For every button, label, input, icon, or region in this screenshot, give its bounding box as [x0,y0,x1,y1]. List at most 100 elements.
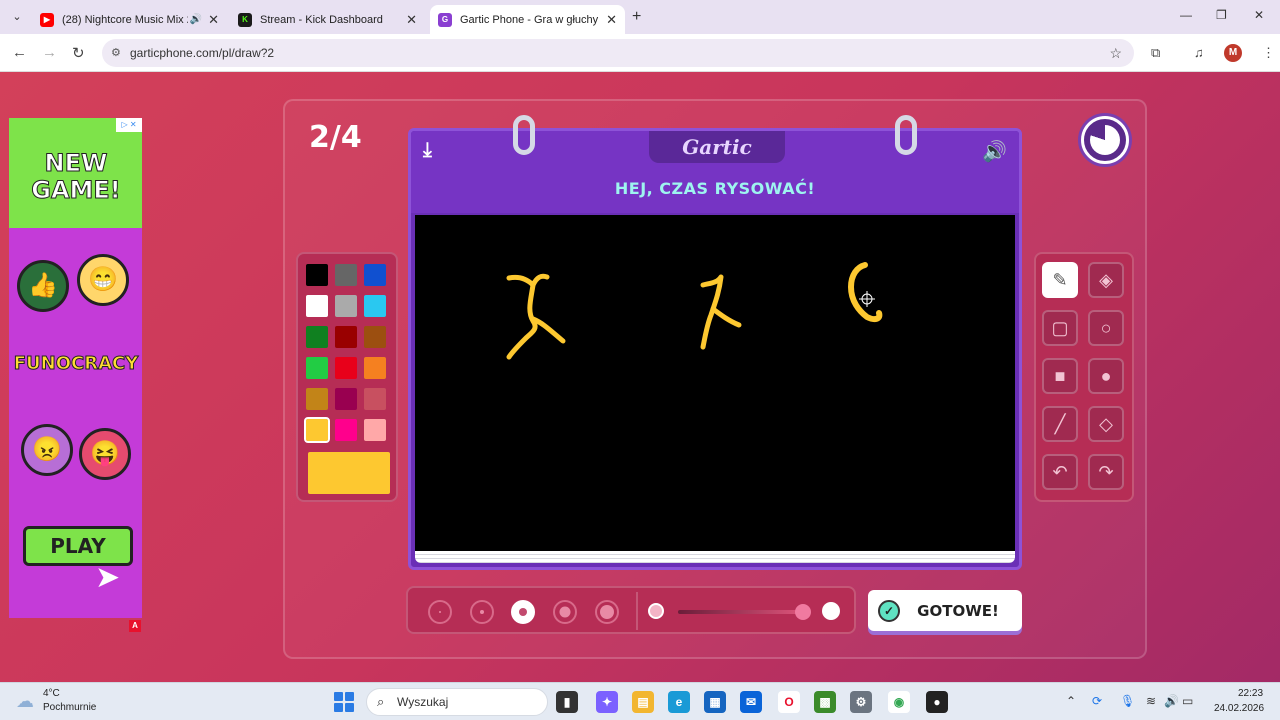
volume-icon[interactable]: 🔊 [1164,694,1179,708]
color-swatch[interactable] [335,357,357,379]
drawing-canvas[interactable] [415,215,1015,551]
eraser-icon[interactable]: ◈ [1088,262,1124,298]
weather-temperature[interactable]: 4°C [43,688,60,699]
color-swatch[interactable] [306,388,328,410]
close-tab-icon[interactable]: ✕ [208,12,219,28]
media-control-icon[interactable]: ♫ [1194,45,1204,60]
brush-size-3[interactable] [511,600,535,624]
color-swatch[interactable] [335,388,357,410]
clock-date[interactable]: 24.02.2026 [1214,703,1264,714]
divider [636,592,638,630]
back-button[interactable]: ← [12,44,27,61]
close-tab-icon[interactable]: ✕ [606,12,617,28]
opacity-max-icon [822,602,840,620]
speaker-icon[interactable]: 🔊 [190,14,202,25]
new-tab-button[interactable]: + [632,8,641,26]
brush-size-4[interactable] [553,600,577,624]
fill-bucket-icon[interactable]: ◇ [1088,406,1124,442]
file-explorer-icon[interactable]: ▤ [632,691,654,713]
chrome-icon[interactable]: ◉ [888,691,910,713]
weather-description[interactable]: Pochmurnie [43,702,96,713]
brush-size-1[interactable] [428,600,452,624]
color-swatch[interactable] [335,295,357,317]
wifi-icon[interactable]: ≋ [1146,694,1156,708]
circle-filled-icon[interactable]: ● [1088,358,1124,394]
tab-kick[interactable]: K Stream - Kick Dashboard ✕ [230,5,425,34]
color-swatch[interactable] [306,264,328,286]
reload-button[interactable]: ↻ [72,44,85,62]
tab-gartic[interactable]: G Gartic Phone - Gra w głuchy te ✕ [430,5,625,34]
start-button[interactable] [334,692,354,712]
windows-taskbar: ☁ 4°C Pochmurnie ⌕ Wyszukaj ▮ ✦ ▤ e ▦ ✉ … [0,682,1280,720]
minimize-button[interactable]: — [1180,8,1192,22]
menu-icon[interactable]: ⋮ [1262,45,1275,61]
binder-ring [895,115,917,155]
brush-size-5[interactable] [595,600,619,624]
color-swatch[interactable] [364,326,386,348]
taskbar-search[interactable]: ⌕ Wyszukaj [366,688,548,716]
current-color-preview [308,452,390,494]
copilot-icon[interactable]: ✦ [596,691,618,713]
stroke [506,273,550,288]
opera-icon[interactable]: O [778,691,800,713]
opacity-slider-handle[interactable] [795,604,811,620]
address-bar[interactable]: ⚙ garticphone.com/pl/draw?2 ☆ [102,39,1134,67]
color-swatch[interactable] [335,419,357,441]
download-icon[interactable]: ⤓ [423,139,432,162]
outlook-icon[interactable]: ✉ [740,691,762,713]
circle-outline-icon[interactable]: ○ [1088,310,1124,346]
opacity-slider[interactable] [678,610,806,614]
edge-icon[interactable]: e [668,691,690,713]
minecraft-icon[interactable]: ▩ [814,691,836,713]
pencil-icon[interactable]: ✎ [1042,262,1078,298]
microphone-icon[interactable]: 🎙 [1120,694,1135,708]
color-swatch[interactable] [306,357,328,379]
brush-size-2[interactable] [470,600,494,624]
paper-edge [415,551,1015,563]
redo-icon[interactable]: ↷ [1088,454,1124,490]
color-swatch[interactable] [335,326,357,348]
ad-choices-icon[interactable]: ▷ ✕ [116,118,142,132]
app-icon[interactable]: ● [926,691,948,713]
angry-face-icon: 😠 [21,424,73,476]
color-swatch[interactable] [364,357,386,379]
tab-youtube[interactable]: ▶ (28) Nightcore Music Mix 2( 🔊 ✕ [32,5,227,34]
battery-icon[interactable]: ▭ [1182,694,1193,708]
close-window-button[interactable]: ✕ [1254,8,1264,22]
color-swatch[interactable] [364,264,386,286]
extensions-icon[interactable]: ⧉ [1151,45,1160,61]
settings-icon[interactable]: ⚙ [850,691,872,713]
ad-banner[interactable]: ▷ ✕ NEW GAME! 👍 😁 FUNOCRACY 😠 😝 PLAY ➤ [9,118,142,618]
done-button[interactable]: ✓ GOTOWE! [868,590,1022,631]
color-swatch[interactable] [364,295,386,317]
maximize-button[interactable]: ❐ [1216,8,1227,22]
tray-expand-icon[interactable]: ⌃ [1066,694,1076,708]
site-info-icon[interactable]: ⚙ [111,39,121,67]
volume-icon[interactable]: 🔊 [982,139,1007,164]
line-icon[interactable]: ╱ [1042,406,1078,442]
profile-avatar[interactable]: M [1224,44,1242,62]
color-swatch[interactable] [306,326,328,348]
cloud-icon[interactable]: ☁ [16,691,34,712]
color-swatch[interactable] [364,388,386,410]
close-tab-icon[interactable]: ✕ [406,12,417,28]
tab-strip: ⌄ ▶ (28) Nightcore Music Mix 2( 🔊 ✕ K St… [0,0,1280,34]
brush-size-bar [406,586,856,634]
sync-icon[interactable]: ⟳ [1092,694,1102,708]
stroke [710,306,742,328]
color-swatch[interactable] [335,264,357,286]
tab-search-icon[interactable]: ⌄ [8,8,26,26]
url-text: garticphone.com/pl/draw?2 [130,46,275,60]
store-icon[interactable]: ▦ [704,691,726,713]
color-swatch[interactable] [306,295,328,317]
rectangle-filled-icon[interactable]: ■ [1042,358,1078,394]
undo-icon[interactable]: ↶ [1042,454,1078,490]
stroke [530,316,566,344]
color-swatch[interactable] [304,417,330,443]
task-view-icon[interactable]: ▮ [556,691,578,713]
rectangle-outline-icon[interactable]: ▢ [1042,310,1078,346]
color-swatch[interactable] [364,419,386,441]
bookmark-star-icon[interactable]: ☆ [1109,39,1122,67]
forward-button[interactable]: → [42,44,57,61]
clock-time[interactable]: 22:23 [1238,688,1263,699]
